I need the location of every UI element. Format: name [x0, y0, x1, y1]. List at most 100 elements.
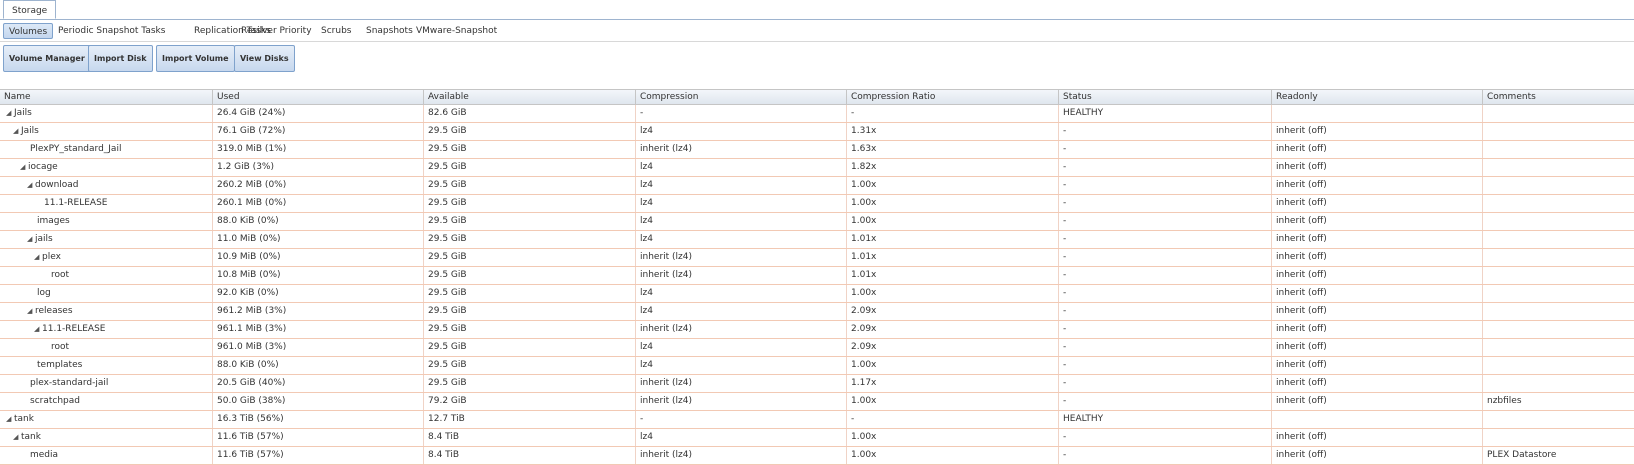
tab-storage[interactable]: Storage — [3, 0, 57, 19]
used-cell: 10.8 MiB (0%) — [213, 267, 424, 284]
compression-cell: lz4 — [636, 213, 847, 230]
used-cell: 16.3 TiB (56%) — [213, 411, 424, 428]
readonly-cell: inherit (off) — [1272, 375, 1483, 392]
collapse-triangle-icon[interactable]: ◢ — [20, 159, 28, 176]
comments-cell — [1483, 249, 1634, 266]
import-volume-button[interactable]: Import Volume — [156, 45, 235, 72]
dataset-name: Jails — [21, 126, 39, 136]
readonly-cell: inherit (off) — [1272, 195, 1483, 212]
column-header-used[interactable]: Used — [213, 90, 424, 104]
available-cell: 29.5 GiB — [424, 321, 636, 338]
table-row[interactable]: ◢ Jails 76.1 GiB (72%) 29.5 GiB lz4 1.31x - inh… — [0, 123, 1634, 141]
dataset-name: root — [51, 342, 70, 352]
dataset-name: media — [30, 450, 59, 460]
readonly-cell: inherit (off) — [1272, 339, 1483, 356]
used-cell: 961.1 MiB (3%) — [213, 321, 424, 338]
table-row[interactable]: log 92.0 KiB (0%) 29.5 GiB lz4 1.00x - inherit… — [0, 285, 1634, 303]
compression-ratio-cell: 2.09x — [847, 303, 1059, 320]
view-disks-button[interactable]: View Disks — [234, 45, 295, 72]
readonly-cell: inherit (off) — [1272, 177, 1483, 194]
used-cell: 961.0 MiB (3%) — [213, 339, 424, 356]
dataset-name: log — [37, 288, 51, 298]
collapse-triangle-icon[interactable]: ◢ — [6, 105, 14, 122]
table-row[interactable]: 11.1-RELEASE 260.1 MiB (0%) 29.5 GiB lz4 1.0… — [0, 195, 1634, 213]
volume-manager-button[interactable]: Volume Manager — [3, 45, 91, 72]
readonly-cell — [1272, 105, 1483, 122]
status-cell: - — [1059, 357, 1272, 374]
status-cell: - — [1059, 429, 1272, 446]
collapse-triangle-icon[interactable]: ◢ — [13, 123, 21, 140]
table-row[interactable]: ◢ tank 11.6 TiB (57%) 8.4 TiB lz4 1.00x - inher… — [0, 429, 1634, 447]
compression-ratio-cell: 1.01x — [847, 267, 1059, 284]
available-cell: 12.7 TiB — [424, 411, 636, 428]
column-header-status[interactable]: Status — [1059, 90, 1272, 104]
status-cell: - — [1059, 303, 1272, 320]
collapse-triangle-icon[interactable]: ◢ — [13, 429, 21, 446]
table-row[interactable]: templates 88.0 KiB (0%) 29.5 GiB lz4 1.00x - i… — [0, 357, 1634, 375]
table-row[interactable]: ◢ 11.1-RELEASE 961.1 MiB (3%) 29.5 GiB inher… — [0, 321, 1634, 339]
subtab-volumes[interactable]: Volumes — [3, 23, 54, 39]
subtab-vmware-snapshot[interactable]: VMware-Snapshot — [411, 23, 502, 39]
table-row[interactable]: root 10.8 MiB (0%) 29.5 GiB inherit (lz4) 1.… — [0, 267, 1634, 285]
readonly-cell: inherit (off) — [1272, 285, 1483, 302]
column-header-name[interactable]: Name — [0, 90, 213, 104]
storage-subtab-bar: Volumes Periodic Snapshot Tasks Replicat… — [0, 20, 1634, 42]
compression-cell: lz4 — [636, 159, 847, 176]
table-row[interactable]: ◢ iocage 1.2 GiB (3%) 29.5 GiB lz4 1.82x - inhe… — [0, 159, 1634, 177]
readonly-cell: inherit (off) — [1272, 123, 1483, 140]
table-row[interactable]: ◢ plex 10.9 MiB (0%) 29.5 GiB inherit (lz4) 1… — [0, 249, 1634, 267]
comments-cell — [1483, 339, 1634, 356]
compression-cell: lz4 — [636, 195, 847, 212]
subtab-snapshots[interactable]: Snapshots — [361, 23, 418, 39]
grid-body: ◢ Jails 26.4 GiB (24%) 82.6 GiB - - HEALTHY ◢ J… — [0, 105, 1634, 465]
used-cell: 10.9 MiB (0%) — [213, 249, 424, 266]
table-row[interactable]: ◢ jails 11.0 MiB (0%) 29.5 GiB lz4 1.01x - inhe… — [0, 231, 1634, 249]
collapse-triangle-icon[interactable]: ◢ — [27, 177, 35, 194]
collapse-triangle-icon[interactable]: ◢ — [6, 411, 14, 428]
column-header-available[interactable]: Available — [424, 90, 636, 104]
status-cell: - — [1059, 339, 1272, 356]
import-disk-button[interactable]: Import Disk — [88, 45, 153, 72]
table-row[interactable]: scratchpad 50.0 GiB (38%) 79.2 GiB inherit … — [0, 393, 1634, 411]
table-row[interactable]: ◢ Jails 26.4 GiB (24%) 82.6 GiB - - HEALTHY — [0, 105, 1634, 123]
subtab-scrubs[interactable]: Scrubs — [316, 23, 356, 39]
readonly-cell: inherit (off) — [1272, 321, 1483, 338]
compression-ratio-cell: - — [847, 411, 1059, 428]
used-cell: 260.1 MiB (0%) — [213, 195, 424, 212]
compression-ratio-cell: 1.00x — [847, 285, 1059, 302]
compression-ratio-cell: 1.00x — [847, 393, 1059, 410]
dataset-name: releases — [35, 306, 73, 316]
compression-ratio-cell: 1.00x — [847, 357, 1059, 374]
compression-cell: inherit (lz4) — [636, 321, 847, 338]
compression-cell: lz4 — [636, 231, 847, 248]
comments-cell — [1483, 285, 1634, 302]
top-tab-bar: Storage — [0, 0, 1634, 20]
column-header-readonly[interactable]: Readonly — [1272, 90, 1483, 104]
column-header-compression-ratio[interactable]: Compression Ratio — [847, 90, 1059, 104]
name-cell: root — [0, 339, 213, 356]
available-cell: 8.4 TiB — [424, 429, 636, 446]
column-header-compression[interactable]: Compression — [636, 90, 847, 104]
collapse-triangle-icon[interactable]: ◢ — [34, 321, 42, 338]
compression-ratio-cell: - — [847, 105, 1059, 122]
readonly-cell: inherit (off) — [1272, 159, 1483, 176]
name-cell: ◢ tank — [0, 411, 213, 428]
dataset-name: templates — [37, 360, 83, 370]
table-row[interactable]: ◢ download 260.2 MiB (0%) 29.5 GiB lz4 1.00x -… — [0, 177, 1634, 195]
table-row[interactable]: ◢ tank 16.3 TiB (56%) 12.7 TiB - - HEALTHY — [0, 411, 1634, 429]
compression-ratio-cell: 1.82x — [847, 159, 1059, 176]
table-row[interactable]: ◢ releases 961.2 MiB (3%) 29.5 GiB lz4 2.09x -… — [0, 303, 1634, 321]
table-row[interactable]: images 88.0 KiB (0%) 29.5 GiB lz4 1.00x - inhe… — [0, 213, 1634, 231]
available-cell: 29.5 GiB — [424, 267, 636, 284]
collapse-triangle-icon[interactable]: ◢ — [27, 303, 35, 320]
collapse-triangle-icon[interactable]: ◢ — [27, 231, 35, 248]
status-cell: - — [1059, 249, 1272, 266]
table-row[interactable]: plex-standard-jail 20.5 GiB (40%) 29.5 GiB… — [0, 375, 1634, 393]
table-row[interactable]: PlexPY_standard_Jail 319.0 MiB (1%) 29.5 G… — [0, 141, 1634, 159]
subtab-periodic-snapshot-tasks[interactable]: Periodic Snapshot Tasks — [53, 23, 170, 39]
collapse-triangle-icon[interactable]: ◢ — [34, 249, 42, 266]
column-header-comments[interactable]: Comments — [1483, 90, 1634, 104]
table-row[interactable]: root 961.0 MiB (3%) 29.5 GiB lz4 2.09x - inher… — [0, 339, 1634, 357]
subtab-resilver-priority[interactable]: Resilver Priority — [236, 23, 317, 39]
dataset-name: 11.1-RELEASE — [44, 198, 108, 208]
